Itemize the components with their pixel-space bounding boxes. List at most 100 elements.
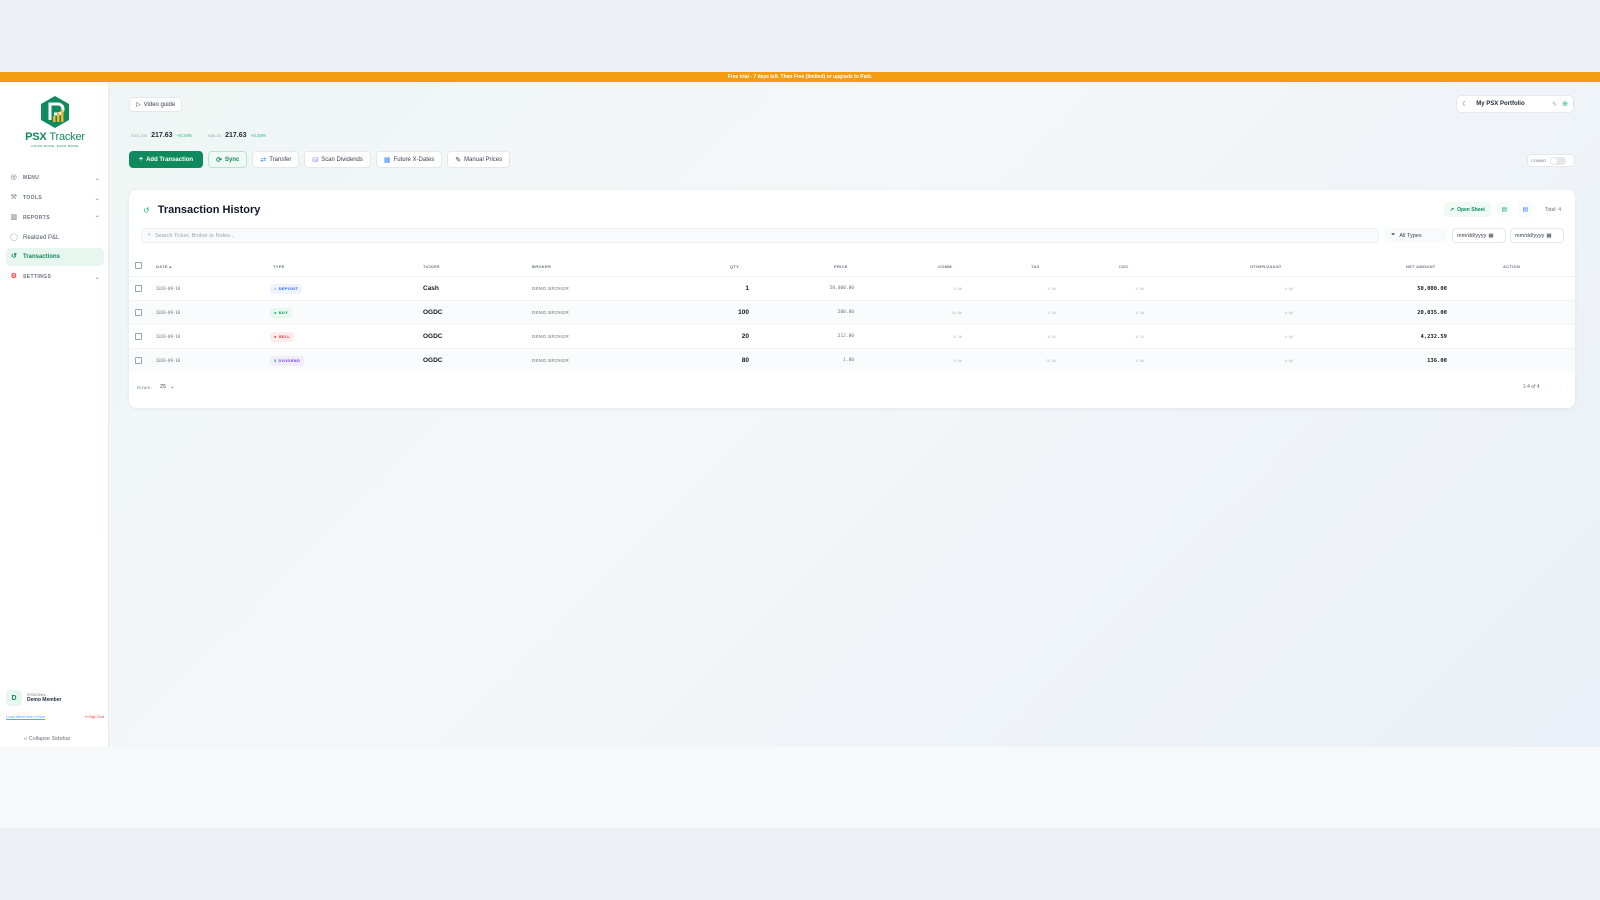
combo-label: COMBO bbox=[1531, 158, 1547, 163]
calendar-icon: ▦ bbox=[383, 156, 391, 164]
sidebar-group-label: SETTINGS bbox=[23, 274, 52, 280]
sidebar-group-tools[interactable]: ⚒ TOOLS ⌄ bbox=[6, 188, 104, 208]
cell-comm: 30.00 bbox=[951, 310, 962, 315]
export-pdf-button[interactable]: ▤ bbox=[1517, 202, 1533, 217]
date-from-input[interactable]: mm/dd/yyyy ▦ bbox=[1452, 228, 1506, 243]
index-value: 217.63 bbox=[225, 132, 247, 139]
add-transaction-button[interactable]: + Add Transaction bbox=[129, 151, 204, 168]
table-footer: ROWS: 25 ⌄ bbox=[137, 384, 175, 390]
manual-prices-button[interactable]: ✎ Manual Prices bbox=[447, 151, 511, 168]
cell-cdc: 0.00 bbox=[1135, 286, 1144, 291]
sidebar-group-menu[interactable]: ◎ MENU ⌄ bbox=[6, 168, 104, 188]
row-checkbox[interactable] bbox=[135, 357, 142, 364]
date-to-input[interactable]: mm/dd/yyyy ▦ bbox=[1510, 228, 1564, 243]
col-action: ACTION bbox=[1503, 263, 1521, 269]
table-row[interactable]: 2026-09-10 ● BUY OGDC DEMO BROKER 100 200… bbox=[129, 300, 1575, 324]
brand-logo[interactable]: PSX Tracker KNOW MORE. EARN MORE bbox=[25, 95, 85, 148]
cell-type: $ DIVIDEND bbox=[270, 355, 305, 366]
add-circle-icon[interactable]: ⊕ bbox=[1562, 100, 1568, 108]
document-file-icon: ▤ bbox=[1522, 207, 1529, 213]
export-excel-button[interactable]: ▤ bbox=[1496, 202, 1512, 217]
load-from-drive-link[interactable]: Load latest from Drive bbox=[6, 714, 45, 719]
rows-per-page-select[interactable]: 25 ⌄ bbox=[160, 384, 175, 390]
refresh-icon: ⟳ bbox=[216, 156, 222, 164]
filter-icon: ⏷ bbox=[1391, 232, 1396, 238]
history-icon: ↺ bbox=[143, 205, 150, 215]
cell-qty: 80 bbox=[741, 357, 749, 364]
card-header: ↺ Transaction History bbox=[143, 204, 260, 216]
col-net-amount: NET AMOUNT bbox=[1406, 263, 1436, 269]
search-placeholder: Search Ticker, Broker or Notes... bbox=[155, 232, 235, 239]
index-change: +0.34% bbox=[250, 133, 267, 138]
sidebar-item-transactions[interactable]: ↺ Transactions bbox=[6, 248, 104, 266]
cell-price: 200.00 bbox=[837, 310, 854, 315]
type-filter-select[interactable]: ⏷ All Types bbox=[1385, 228, 1447, 243]
sign-out-button[interactable]: ⇥ Sign Out bbox=[84, 714, 104, 719]
col-ticker: TICKER bbox=[423, 263, 440, 269]
video-guide-label: Video guide bbox=[143, 101, 176, 108]
index-kse-100: KSE-100 217.63 +0.34% bbox=[131, 132, 192, 139]
moon-icon[interactable]: ☾ bbox=[1462, 100, 1468, 108]
sidebar-group-reports[interactable]: ▥ REPORTS ⌃ bbox=[6, 208, 104, 228]
play-circle-icon: ▷ bbox=[136, 102, 141, 108]
open-sheet-button[interactable]: ↗ Open Sheet bbox=[1443, 202, 1491, 217]
table-row[interactable]: 2026-09-10 ● SELL OGDC DEMO BROKER 20 212… bbox=[129, 324, 1575, 348]
edit-pencil-icon[interactable]: ✎ bbox=[1552, 101, 1557, 108]
arrows-swap-icon: ⇄ bbox=[260, 156, 267, 164]
compass-icon: ◎ bbox=[10, 174, 18, 181]
col-other-zakat: OTHER/ZAKAT bbox=[1250, 263, 1282, 269]
prev-page-button[interactable]: ‹ bbox=[1549, 384, 1551, 390]
sidebar-nav: ◎ MENU ⌄ ⚒ TOOLS ⌄ ▥ REPORTS ⌃ ◯ Realize… bbox=[6, 168, 104, 287]
bank-icon: ⌂ bbox=[274, 286, 277, 291]
transfer-button[interactable]: ⇄ Transfer bbox=[252, 151, 300, 168]
row-checkbox[interactable] bbox=[135, 285, 142, 292]
portfolio-selector[interactable]: ☾ My PSX Portfolio ✎ ⊕ bbox=[1456, 95, 1574, 113]
cell-price: 50,000.00 bbox=[829, 286, 854, 291]
col-date[interactable]: DATE ▴ bbox=[156, 264, 172, 269]
user-actions: Load latest from Drive ⇥ Sign Out bbox=[6, 706, 104, 719]
combo-toggle[interactable] bbox=[1550, 156, 1567, 165]
cell-price: 212.00 bbox=[837, 334, 854, 339]
sidebar-item-realized-pl[interactable]: ◯ Realized P&L bbox=[6, 229, 104, 247]
app-window: Free trial - 7 days left. Then Free (lim… bbox=[0, 72, 1600, 747]
type-badge: $ DIVIDEND bbox=[270, 355, 305, 366]
cell-type: ● BUY bbox=[270, 307, 293, 318]
transaction-history-card: ↺ Transaction History ↗ Open Sheet ▤ ▤ T… bbox=[129, 190, 1575, 408]
open-sheet-label: Open Sheet bbox=[1457, 206, 1485, 213]
calendar-icon: ▦ bbox=[1546, 232, 1552, 239]
table-header: DATE ▴ TYPE TICKER BROKER QTY PRICE COMM… bbox=[129, 258, 1575, 274]
cell-ticker: OGDC bbox=[423, 309, 443, 316]
col-broker: BROKER bbox=[532, 263, 552, 269]
sidebar-group-label: REPORTS bbox=[23, 215, 50, 221]
cell-qty: 20 bbox=[741, 333, 749, 340]
select-all-checkbox[interactable] bbox=[135, 262, 142, 269]
plus-icon: + bbox=[139, 156, 144, 163]
cell-other: 0.00 bbox=[1284, 310, 1293, 315]
scan-dividends-button[interactable]: ⛁ Scan Dividends bbox=[304, 151, 371, 168]
sidebar-group-settings[interactable]: ⚙ SETTINGS ⌄ bbox=[6, 267, 104, 287]
search-input[interactable]: ⌕ Search Ticker, Broker or Notes... bbox=[141, 228, 1379, 243]
sync-button[interactable]: ⟳ Sync bbox=[208, 151, 248, 168]
row-checkbox[interactable] bbox=[135, 333, 142, 340]
type-badge-label: SELL bbox=[278, 334, 291, 339]
cell-net-amount: 50,000.00 bbox=[1417, 285, 1447, 292]
calendar-icon: ▦ bbox=[1488, 232, 1494, 239]
col-comm: COMM bbox=[938, 263, 952, 269]
next-page-button[interactable]: › bbox=[1559, 384, 1561, 390]
table-row[interactable]: 2026-09-10 $ DIVIDEND OGDC DEMO BROKER 80… bbox=[129, 348, 1575, 372]
type-badge-label: DIVIDEND bbox=[278, 358, 301, 363]
market-indices: KSE-100 217.63 +0.34% KMI-30 217.63 +0.3… bbox=[131, 132, 266, 139]
row-checkbox[interactable] bbox=[135, 309, 142, 316]
video-guide-button[interactable]: ▷ Video guide bbox=[129, 97, 183, 112]
cell-net-amount: 136.00 bbox=[1427, 357, 1447, 364]
card-title: Transaction History bbox=[157, 204, 261, 216]
portfolio-name: My PSX Portfolio bbox=[1476, 101, 1525, 107]
chevron-down-icon: ⌄ bbox=[94, 195, 100, 202]
trial-banner: Free trial - 7 days left. Then Free (lim… bbox=[0, 72, 1600, 82]
sidebar-group-label: MENU bbox=[23, 175, 40, 181]
future-x-dates-button[interactable]: ▦ Future X-Dates bbox=[375, 151, 443, 168]
type-filter-value: All Types bbox=[1399, 232, 1422, 239]
cell-ticker: OGDC bbox=[423, 357, 443, 364]
table-row[interactable]: 2026-09-10 ⌂ DEPOSIT Cash DEMO BROKER 1 5… bbox=[129, 276, 1575, 300]
collapse-sidebar-button[interactable]: « Collapse Sidebar bbox=[24, 736, 70, 742]
